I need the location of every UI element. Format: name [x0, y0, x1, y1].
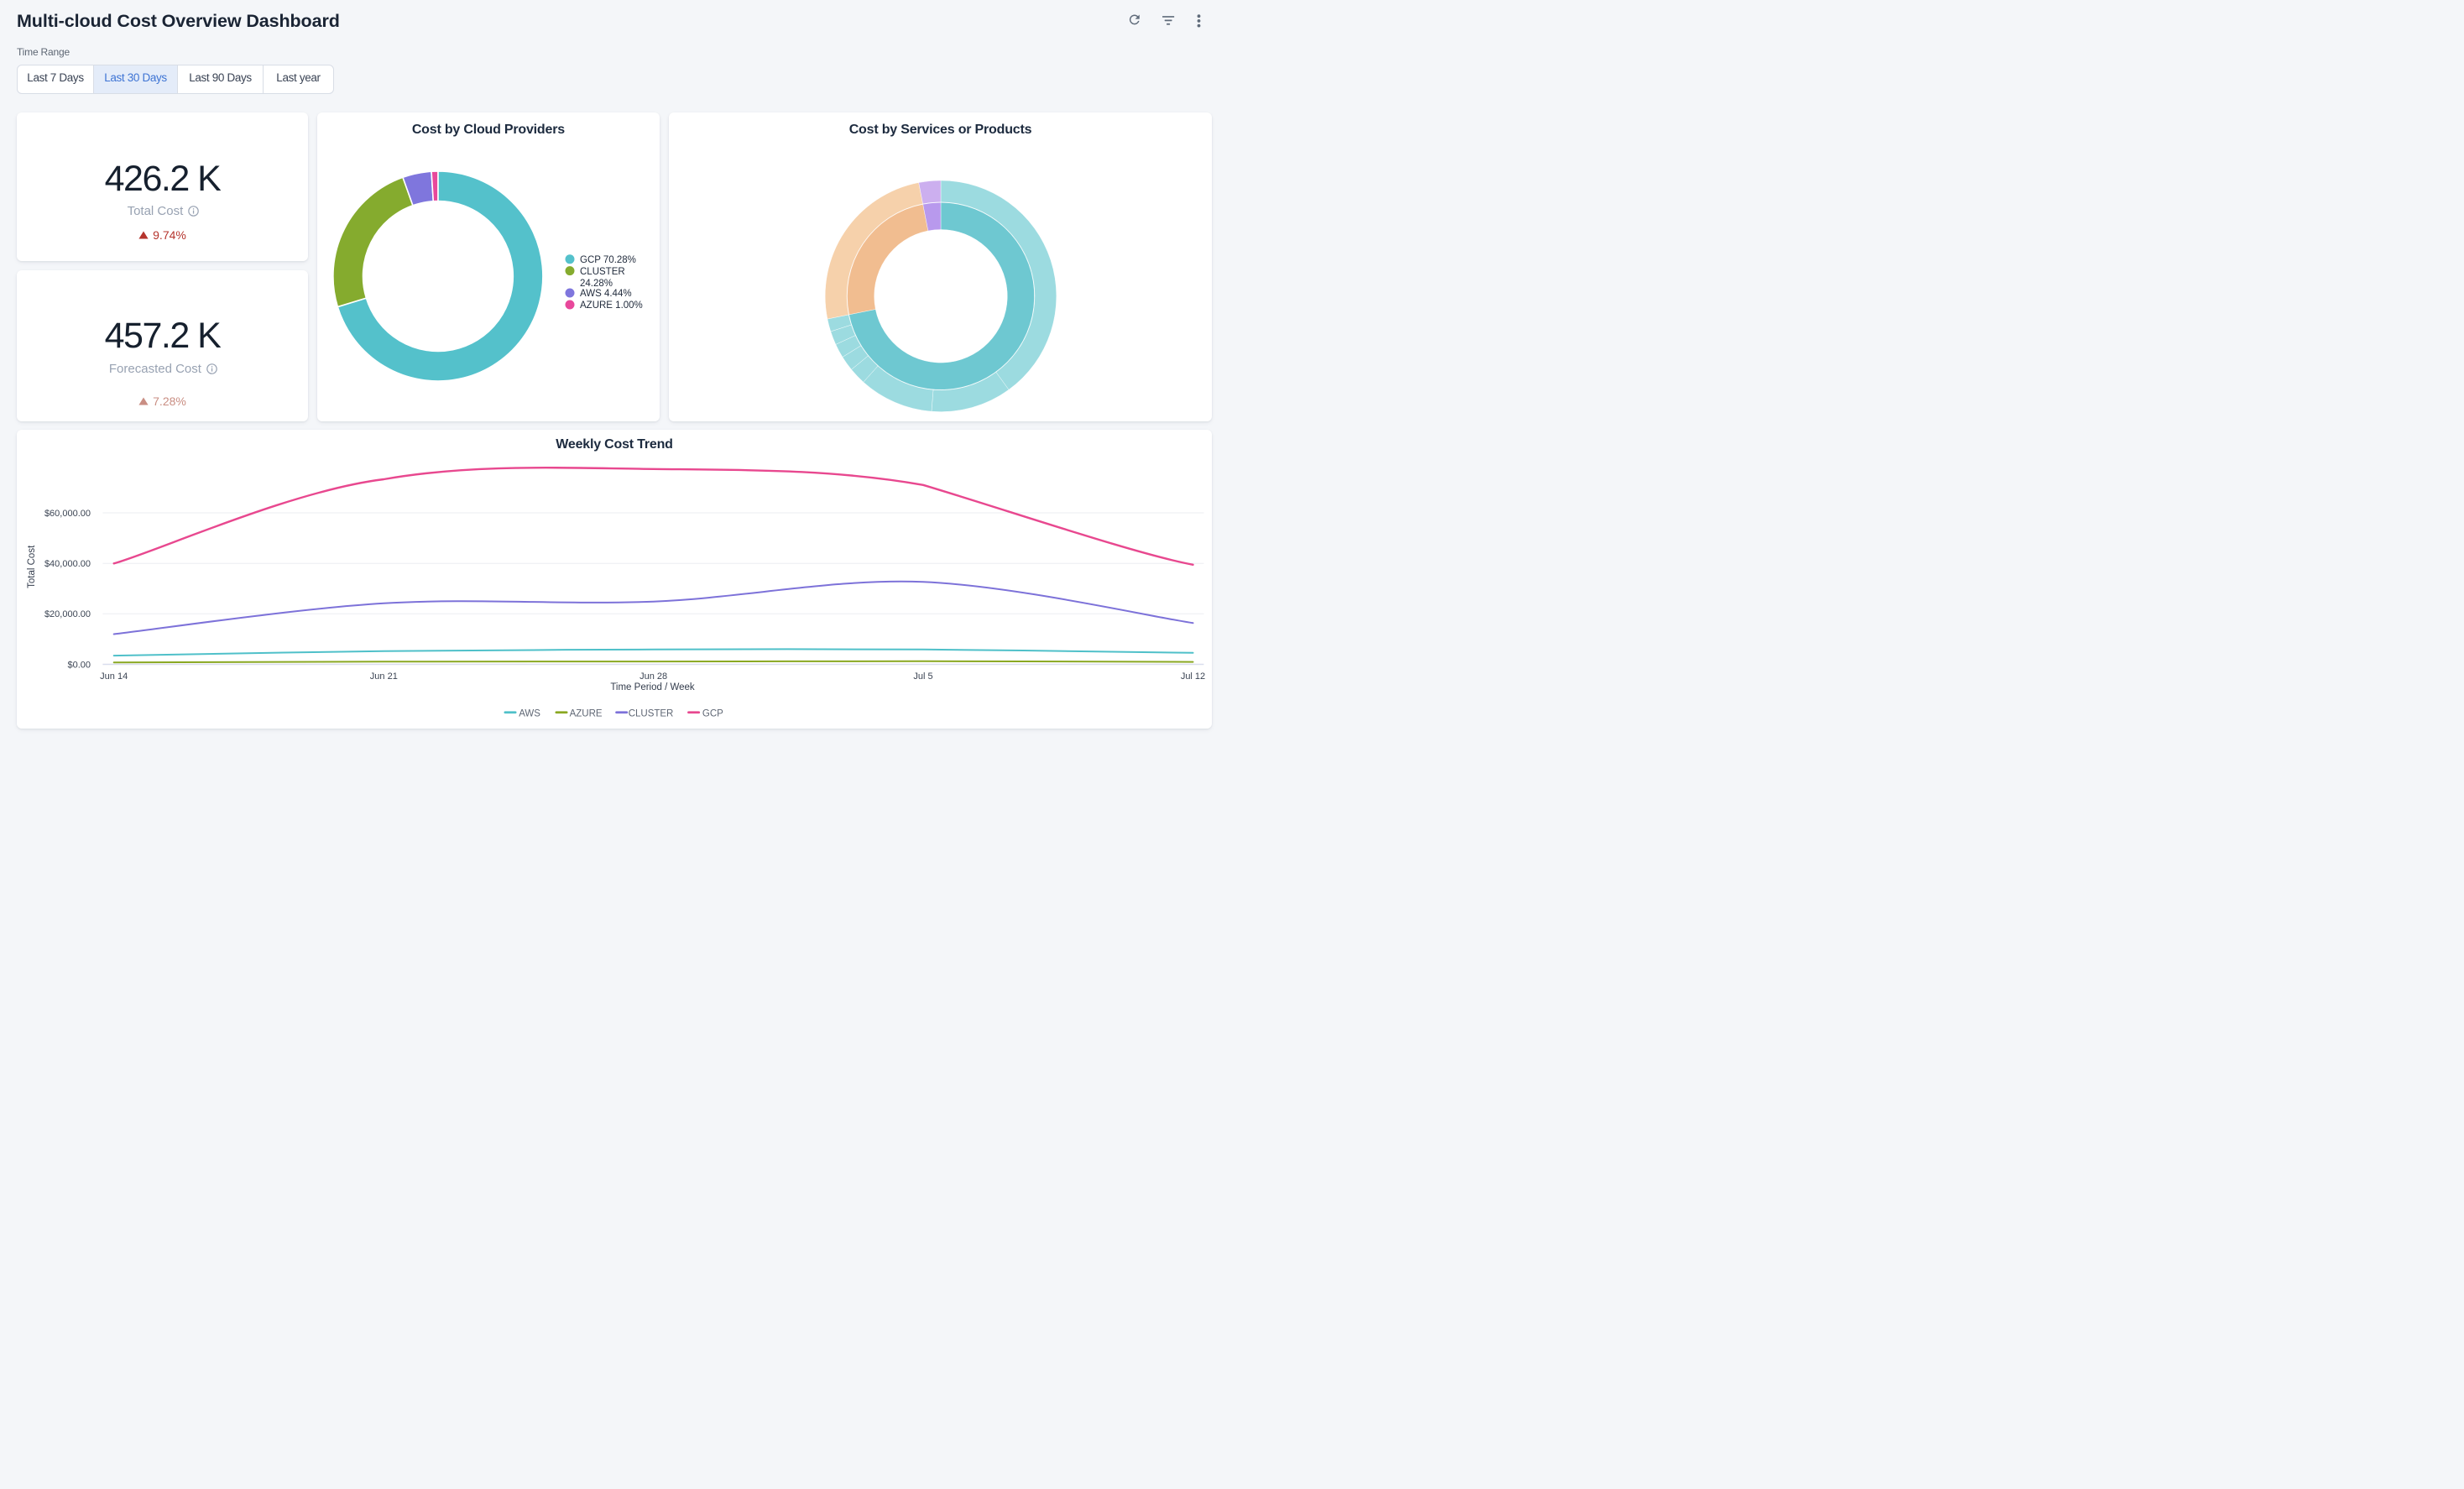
svg-text:AZURE: AZURE	[570, 708, 603, 718]
svg-text:GCP 70.28%: GCP 70.28%	[580, 255, 636, 265]
svg-text:Total Cost: Total Cost	[27, 545, 37, 588]
svg-text:$60,000.00: $60,000.00	[44, 508, 91, 518]
svg-text:24.28%: 24.28%	[580, 279, 613, 289]
svg-text:Jun 28: Jun 28	[639, 671, 667, 682]
svg-text:Time Period / Week: Time Period / Week	[610, 682, 695, 692]
svg-text:CLUSTER: CLUSTER	[629, 708, 674, 718]
svg-text:Jun 21: Jun 21	[370, 671, 398, 682]
svg-text:$40,000.00: $40,000.00	[44, 559, 91, 569]
svg-text:$20,000.00: $20,000.00	[44, 609, 91, 619]
svg-text:GCP: GCP	[702, 708, 723, 718]
svg-text:AWS 4.44%: AWS 4.44%	[580, 289, 632, 299]
svg-text:AZURE 1.00%: AZURE 1.00%	[580, 300, 643, 311]
svg-text:Jul 12: Jul 12	[1181, 671, 1205, 682]
svg-text:Jul 5: Jul 5	[913, 671, 932, 682]
svg-text:$0.00: $0.00	[67, 660, 91, 670]
svg-text:AWS: AWS	[519, 708, 540, 718]
svg-text:Jun 14: Jun 14	[100, 671, 128, 682]
svg-text:CLUSTER: CLUSTER	[580, 267, 625, 277]
